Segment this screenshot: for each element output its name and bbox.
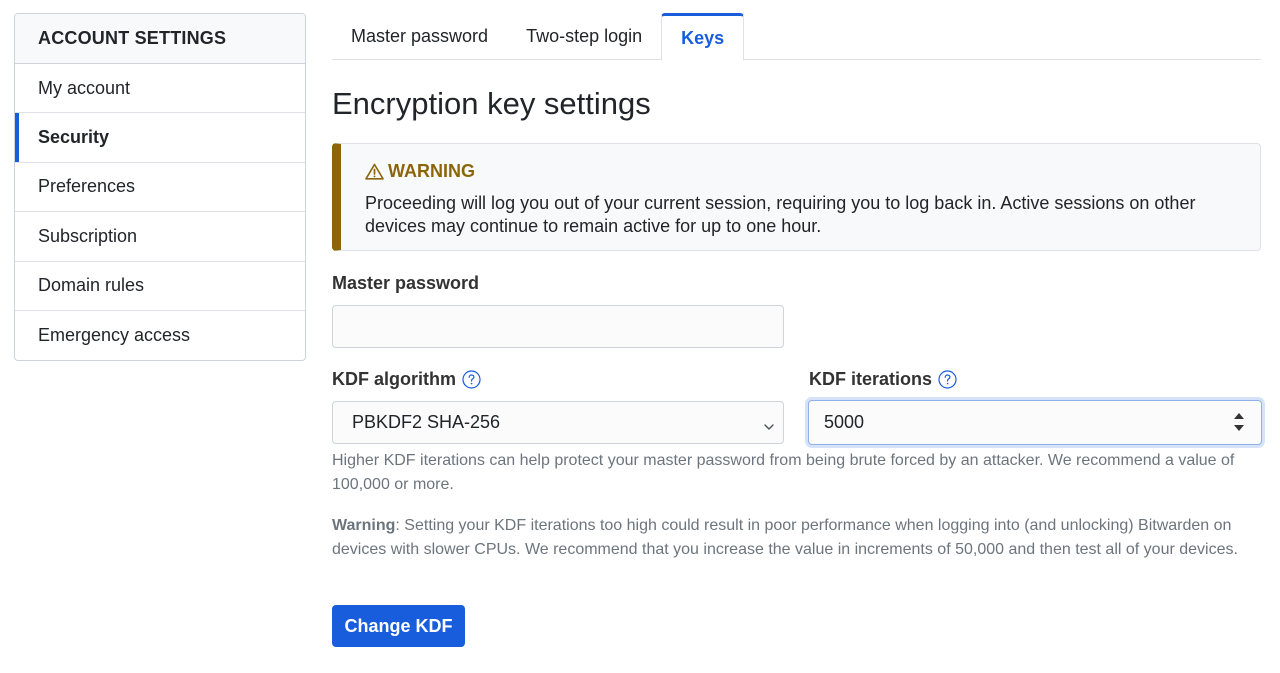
stepper-up-icon[interactable] — [1233, 412, 1245, 420]
kdf-iterations-label-text: KDF iterations — [809, 369, 933, 389]
kdf-iterations-value: 5000 — [824, 412, 865, 432]
warning-triangle-icon — [365, 163, 384, 180]
tab-two-step-login[interactable]: Two-step login — [507, 13, 661, 60]
change-kdf-button[interactable]: Change KDF — [332, 605, 465, 647]
kdf-algorithm-selected-value: PBKDF2 SHA-256 — [352, 412, 501, 432]
master-password-input[interactable] — [332, 305, 784, 348]
tab-master-password[interactable]: Master password — [332, 13, 507, 60]
sidebar-item-preferences[interactable]: Preferences — [15, 163, 305, 213]
sidebar-header: ACCOUNT SETTINGS — [15, 14, 305, 64]
kdf-performance-warning: Warning: Setting your KDF iterations too… — [332, 514, 1242, 562]
warning-callout-title: WARNING — [365, 161, 1236, 182]
warning-title-text: WARNING — [388, 161, 475, 181]
master-password-label-text: Master password — [332, 273, 480, 293]
warning-callout-text: Proceeding will log you out of your curr… — [365, 193, 1196, 236]
stepper-down-icon[interactable] — [1233, 424, 1245, 432]
kdf-algorithm-select[interactable]: PBKDF2 SHA-256 — [332, 401, 784, 444]
sidebar-item-my-account[interactable]: My account — [15, 64, 305, 114]
kdf-algorithm-label: KDF algorithm — [332, 369, 481, 390]
kdf-warning-text: : Setting your KDF iterations too high c… — [332, 517, 1238, 558]
sidebar-item-subscription[interactable]: Subscription — [15, 212, 305, 262]
settings-sidebar: ACCOUNT SETTINGS My account Security Pre… — [14, 13, 306, 362]
number-stepper[interactable] — [1233, 412, 1245, 432]
chevron-down-icon — [763, 417, 775, 438]
tab-keys[interactable]: Keys — [661, 13, 745, 61]
sidebar-item-security[interactable]: Security — [15, 113, 305, 163]
page-title: Encryption key settings — [332, 86, 651, 121]
warning-callout: WARNING Proceeding will log you out of y… — [332, 143, 1261, 251]
master-password-label: Master password — [332, 273, 479, 294]
kdf-algorithm-label-text: KDF algorithm — [332, 369, 456, 389]
security-tabs: Master password Two-step login Keys — [332, 13, 1261, 61]
kdf-iterations-hint: Higher KDF iterations can help protect y… — [332, 452, 1235, 493]
help-circle-icon[interactable] — [938, 370, 957, 389]
kdf-warning-label: Warning — [332, 517, 396, 534]
help-circle-icon[interactable] — [462, 370, 481, 389]
kdf-iterations-label: KDF iterations — [809, 369, 957, 390]
kdf-iterations-input[interactable]: 5000 — [808, 400, 1262, 445]
sidebar-item-domain-rules[interactable]: Domain rules — [15, 262, 305, 311]
sidebar-item-emergency-access[interactable]: Emergency access — [15, 311, 305, 360]
